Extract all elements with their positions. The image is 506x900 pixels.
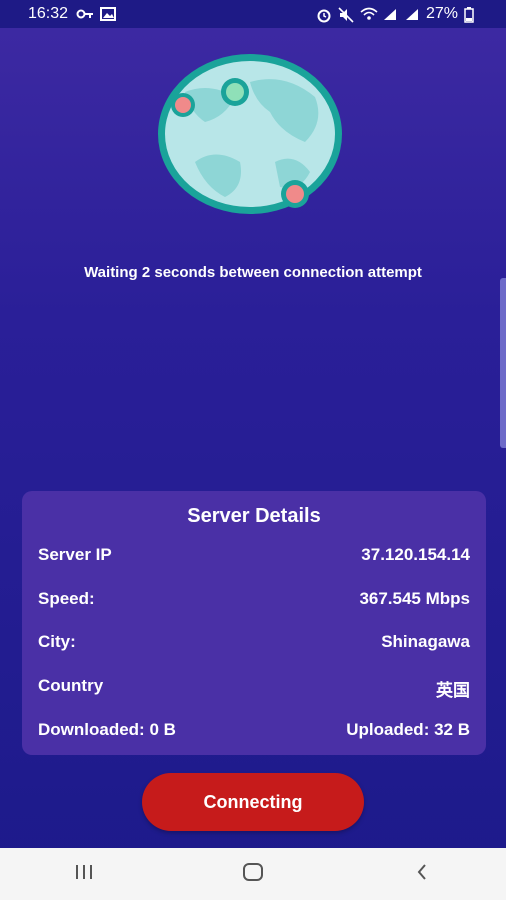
recents-icon <box>73 863 95 886</box>
wifi-icon <box>360 7 378 21</box>
city-label: City: <box>38 632 76 651</box>
speed-value: 367.545 Mbps <box>359 589 470 608</box>
globe-icon <box>155 52 345 217</box>
connect-button[interactable]: Connecting <box>142 773 364 831</box>
home-icon <box>242 862 264 887</box>
traffic-row: Downloaded: 0 B Uploaded: 32 B <box>38 720 470 740</box>
server-ip-row: Server IP 37.120.154.14 <box>38 545 470 565</box>
city-row: City: Shinagawa <box>38 632 470 652</box>
server-ip-label: Server IP <box>38 545 112 564</box>
back-icon <box>414 862 430 887</box>
uploaded-text: Uploaded: 32 B <box>346 720 470 739</box>
image-icon <box>100 7 117 21</box>
country-value: 英国 <box>436 681 470 700</box>
key-icon <box>76 7 94 21</box>
scroll-indicator[interactable] <box>500 278 506 448</box>
status-bar: 16:32 27% <box>0 0 506 28</box>
vpn-screen: 16:32 27% Waiting 2 seconds between conn… <box>0 0 506 900</box>
city-value: Shinagawa <box>381 632 470 651</box>
system-nav-bar <box>0 848 506 900</box>
signal-icon-2 <box>404 7 420 21</box>
speed-row: Speed: 367.545 Mbps <box>38 589 470 609</box>
server-ip-value: 37.120.154.14 <box>361 545 470 564</box>
back-button[interactable] <box>392 854 452 894</box>
alarm-icon <box>316 7 332 23</box>
home-button[interactable] <box>223 854 283 894</box>
speed-label: Speed: <box>38 589 95 608</box>
mute-icon <box>338 7 354 23</box>
recents-button[interactable] <box>54 854 114 894</box>
server-details-title: Server Details <box>187 505 321 527</box>
server-details-card: Server Details Server IP 37.120.154.14 S… <box>22 491 486 755</box>
country-row: Country 英国 <box>38 676 470 701</box>
battery-percent: 27% <box>425 5 458 22</box>
connection-status-message: Waiting 2 seconds between connection att… <box>84 264 422 281</box>
country-label: Country <box>38 676 104 695</box>
status-time: 16:32 <box>28 5 69 22</box>
downloaded-text: Downloaded: 0 B <box>38 720 176 739</box>
battery-icon <box>464 7 480 23</box>
signal-icon <box>382 7 398 21</box>
